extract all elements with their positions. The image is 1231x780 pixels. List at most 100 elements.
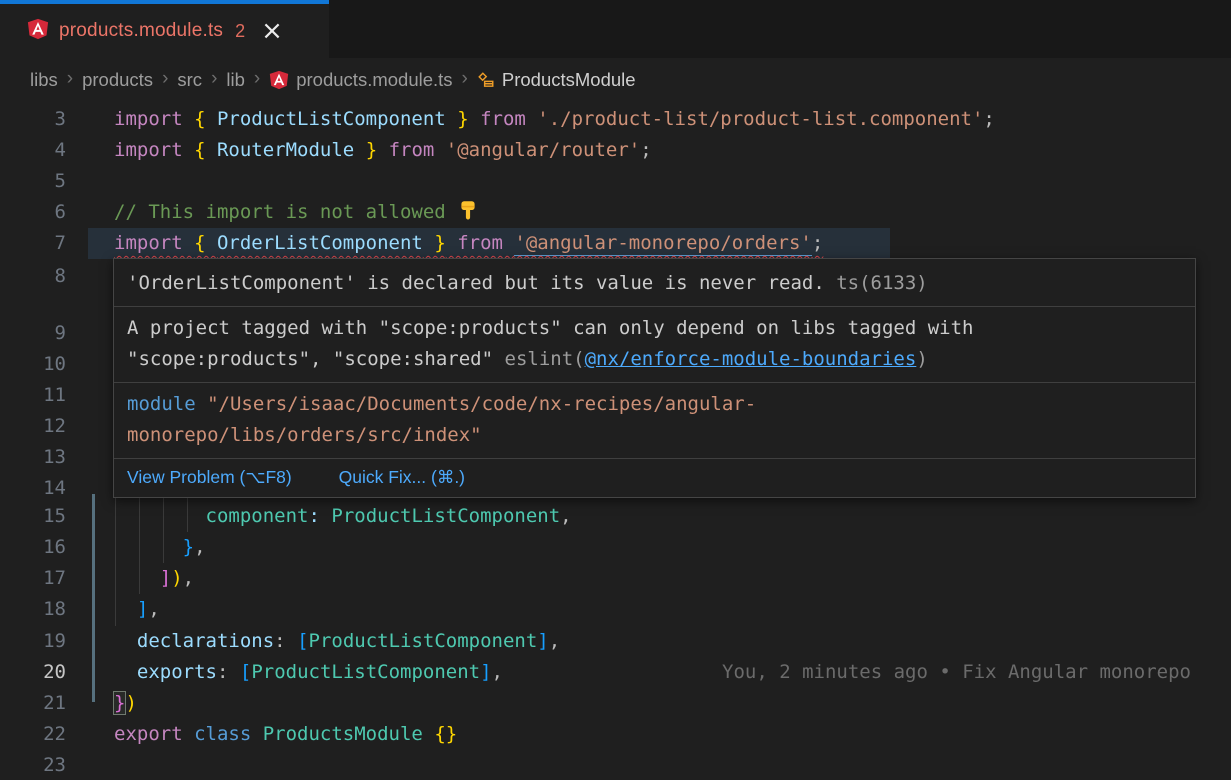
tab-close-icon[interactable]: × (261, 21, 283, 41)
code-token (114, 598, 137, 620)
breadcrumb-label: products.module.ts (296, 69, 452, 91)
code-line-3[interactable]: import { ProductListComponent } from './… (114, 104, 995, 135)
code-token: : (274, 630, 297, 652)
vscode-editor-window: products.module.ts 2 × libs › products › src… (0, 0, 1231, 780)
line-number-5[interactable]: 5 (0, 166, 66, 197)
code-token: [ (240, 661, 251, 683)
line-number-7[interactable]: 7 (0, 228, 66, 259)
code-token: ) (125, 692, 136, 714)
breadcrumb-label: lib (226, 69, 245, 91)
module-path-line1: "/Users/isaac/Documents/code/nx-recipes/… (196, 393, 757, 415)
breadcrumb-label: ProductsModule (502, 69, 636, 91)
line-number-14[interactable]: 14 (0, 473, 66, 504)
code-line-15[interactable]: component: ProductListComponent, (114, 501, 572, 532)
code-token (114, 661, 137, 683)
code-token: './product-list/product-list.component' (537, 108, 983, 130)
breadcrumb-item-products-module-ts[interactable]: products.module.ts (269, 69, 452, 91)
breadcrumb-item-products[interactable]: products (82, 69, 153, 91)
hover-ts-error-message: 'OrderListComponent' is declared but its… (127, 272, 825, 294)
code-line-4[interactable]: import { RouterModule } from '@angular/r… (114, 135, 652, 166)
code-token: {} (434, 723, 457, 745)
tab-products-module[interactable]: products.module.ts 2 × (0, 0, 329, 58)
line-number-4[interactable]: 4 (0, 135, 66, 166)
breadcrumb-item-lib[interactable]: lib (226, 69, 245, 91)
code-token: '@angular/router' (446, 139, 640, 161)
line-number-13[interactable]: 13 (0, 442, 66, 473)
code-token: import (114, 108, 194, 130)
code-token: ProductListComponent (217, 108, 446, 130)
breadcrumb: libs›products›src›lib›products.module.ts… (0, 58, 1231, 102)
code-token: [ (297, 630, 308, 652)
code-line-17[interactable]: ]), (114, 563, 194, 594)
code-token: import (114, 139, 194, 161)
line-number-9[interactable]: 9 (0, 318, 66, 349)
pointing-down-emoji (457, 199, 479, 221)
code-token: RouterModule (217, 139, 354, 161)
line-number-22[interactable]: 22 (0, 719, 66, 750)
code-token: export (114, 723, 194, 745)
line-number-11[interactable]: 11 (0, 380, 66, 411)
line-number-23[interactable]: 23 (0, 750, 66, 780)
code-token: '@angular-monorepo/orders' (514, 232, 811, 256)
code-line-20[interactable]: exports: [ProductListComponent],You, 2 m… (114, 657, 503, 688)
code-token: ProductsModule (263, 723, 435, 745)
code-token: ; (812, 232, 823, 254)
breadcrumb-separator: › (162, 68, 168, 90)
module-path-line2: monorepo/libs/orders/src/index" (127, 424, 482, 446)
breadcrumb-item-src[interactable]: src (177, 69, 202, 91)
line-number-3[interactable]: 3 (0, 104, 66, 135)
code-line-6[interactable]: // This import is not allowed (114, 197, 479, 228)
line-number-8[interactable]: 8 (0, 261, 66, 292)
git-blame-annotation: You, 2 minutes ago • Fix Angular monorep… (722, 657, 1191, 688)
code-line-19[interactable]: declarations: [ProductListComponent], (114, 626, 560, 657)
code-token: OrderListComponent (217, 232, 423, 254)
angular-icon (27, 18, 49, 45)
class-symbol-icon (477, 71, 495, 89)
breadcrumb-item-productsmodule[interactable]: ProductsModule (477, 69, 636, 91)
line-number-6[interactable]: 6 (0, 197, 66, 228)
code-token: declarations (137, 630, 274, 652)
view-problem-button[interactable]: View Problem (⌥F8) (127, 467, 292, 487)
breadcrumb-separator: › (462, 68, 468, 90)
line-number-18[interactable]: 18 (0, 594, 66, 625)
code-token: ] (537, 630, 548, 652)
quick-fix-button[interactable]: Quick Fix... (⌘.) (339, 467, 465, 487)
breadcrumb-label: src (177, 69, 202, 91)
line-number-17[interactable]: 17 (0, 563, 66, 594)
code-line-21[interactable]: }) (114, 688, 137, 719)
code-line-22[interactable]: export class ProductsModule {} (114, 719, 457, 750)
line-number-12[interactable]: 12 (0, 411, 66, 442)
hover-ts-error: 'OrderListComponent' is declared but its… (114, 259, 1195, 306)
line-number-19[interactable]: 19 (0, 626, 66, 657)
tab-title: products.module.ts (59, 20, 223, 42)
code-token: { (194, 108, 217, 130)
line-number-15[interactable]: 15 (0, 501, 66, 532)
code-token: { (194, 139, 217, 161)
code-token: ; (983, 108, 994, 130)
code-line-7[interactable]: import { OrderListComponent } from '@ang… (114, 228, 823, 259)
hover-eslint-error: A project tagged with "scope:products" c… (114, 306, 1195, 382)
code-token: ] (137, 598, 148, 620)
code-line-18[interactable]: ], (114, 594, 160, 625)
code-token: class (194, 723, 263, 745)
code-token: } (183, 536, 194, 558)
code-token: { (194, 232, 217, 254)
code-editor[interactable]: 3 import { ProductListComponent } from '.… (0, 102, 1231, 780)
line-number-21[interactable]: 21 (0, 688, 66, 719)
eslint-rule-link[interactable]: @nx/enforce-module-boundaries (585, 348, 917, 370)
code-token: ProductListComponent (309, 630, 538, 652)
hover-eslint-line1: A project tagged with "scope:products" c… (127, 313, 1195, 344)
line-number-20[interactable]: 20 (0, 657, 66, 688)
code-token: , (492, 661, 503, 683)
angular-icon (27, 18, 49, 40)
breadcrumb-item-libs[interactable]: libs (30, 69, 58, 91)
hover-actions: View Problem (⌥F8) Quick Fix... (⌘.) (114, 458, 1195, 497)
hover-module-path: module "/Users/isaac/Documents/code/nx-r… (114, 382, 1195, 458)
code-line-16[interactable]: }, (114, 532, 206, 563)
angular-icon (269, 70, 289, 90)
code-token (114, 630, 137, 652)
breadcrumb-label: products (82, 69, 153, 91)
hover-ts-error-source: ts(6133) (825, 272, 928, 294)
line-number-16[interactable]: 16 (0, 532, 66, 563)
line-number-10[interactable]: 10 (0, 349, 66, 380)
